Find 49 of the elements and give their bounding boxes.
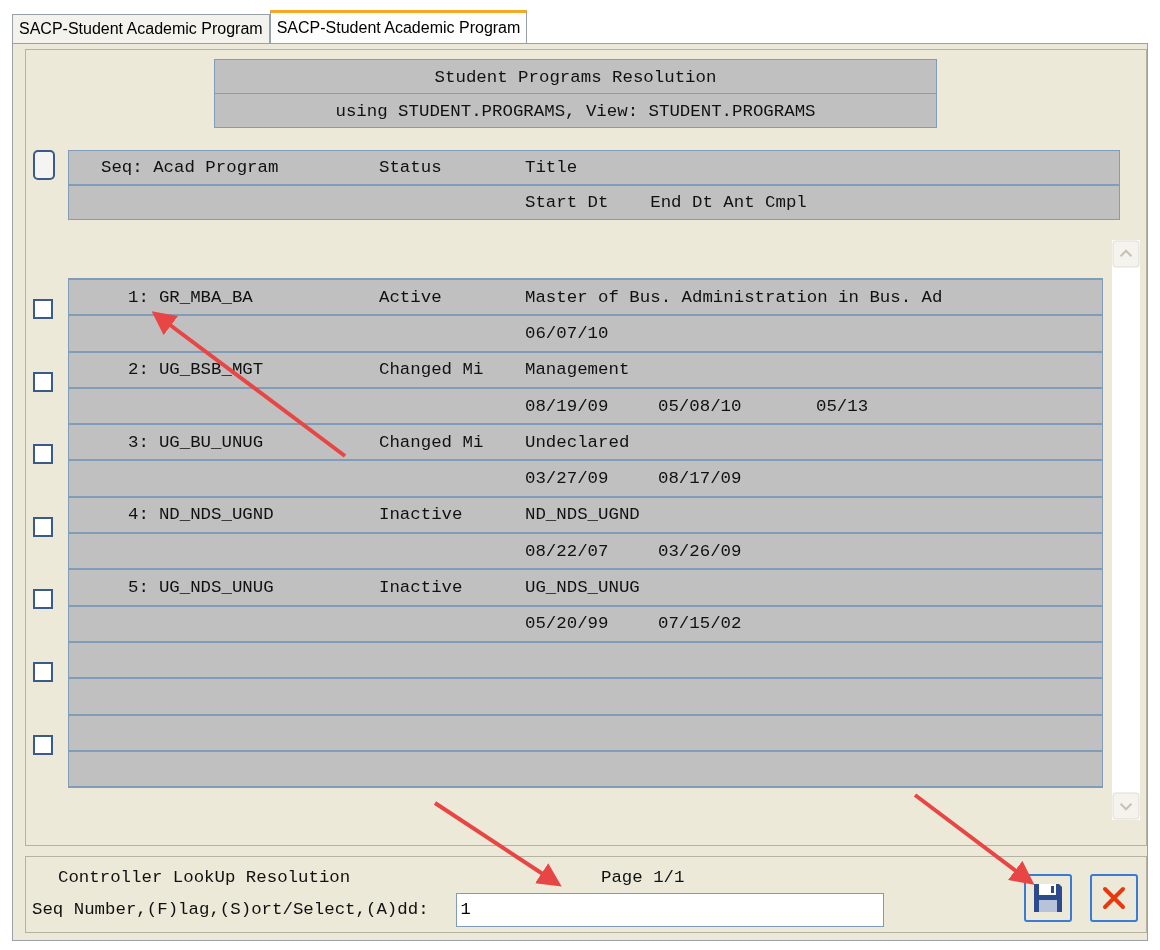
tab[interactable]: SACP-Student Academic Program xyxy=(269,10,528,43)
seq-number: 2: xyxy=(128,360,149,380)
title-cell: Master of Bus. Administration in Bus. Ad xyxy=(525,287,943,307)
status-cell: Inactive xyxy=(379,578,463,597)
row-checkbox[interactable] xyxy=(33,661,53,682)
start-date: 08/19/09 xyxy=(525,396,609,416)
start-date: 08/22/07 xyxy=(525,541,609,561)
end-date: 08/17/09 xyxy=(658,469,742,489)
end-date: 07/15/02 xyxy=(658,614,742,634)
tab[interactable]: SACP-Student Academic Program xyxy=(12,14,270,43)
row-checkbox[interactable] xyxy=(33,371,53,392)
column-label: Status xyxy=(379,158,443,177)
save-button[interactable] xyxy=(1024,873,1072,922)
status-cell: Inactive xyxy=(379,505,463,525)
row-checkbox[interactable] xyxy=(33,734,53,755)
column-label: Start Dt End Dt Ant Cmpl xyxy=(525,193,808,212)
start-date: 03/27/09 xyxy=(525,469,609,489)
row-checkbox[interactable] xyxy=(33,444,53,465)
title-cell: UG_NDS_UNUG xyxy=(525,578,640,597)
select-all-checkbox[interactable] xyxy=(33,150,55,180)
status-cell: Changed Mi xyxy=(379,360,484,380)
close-button[interactable] xyxy=(1090,873,1138,922)
seq-number: 4: xyxy=(128,505,149,525)
seq-number: 1: xyxy=(128,287,149,307)
seq-number: 3: xyxy=(128,432,149,452)
page-indicator: Page 1/1 xyxy=(601,868,685,887)
completion-date: 05/13 xyxy=(816,396,869,416)
prompt-label: Seq Number,(F)lag,(S)ort/Select,(A)dd: xyxy=(32,900,429,919)
program-code: GR_MBA_BA xyxy=(158,287,253,307)
start-date: 05/20/99 xyxy=(525,614,609,634)
row-checkbox[interactable] xyxy=(33,516,53,537)
program-code: ND_NDS_UGND xyxy=(158,505,274,525)
input-field[interactable]: 1 xyxy=(455,892,884,927)
row-checkbox[interactable] xyxy=(33,589,53,610)
end-date: 05/08/10 xyxy=(658,396,742,416)
program-code: UG_NDS_UNUG xyxy=(158,578,274,597)
title-cell: ND_NDS_UGND xyxy=(525,505,640,525)
column-label: Seq: Acad Program xyxy=(100,158,280,177)
title-cell: Management xyxy=(525,360,630,380)
program-code: UG_BU_UNUG xyxy=(158,432,264,452)
start-date: 06/07/10 xyxy=(525,323,609,343)
end-date: 03/26/09 xyxy=(658,541,742,561)
status-cell: Changed Mi xyxy=(379,432,484,452)
status-cell: Active xyxy=(379,287,442,307)
row-checkbox[interactable] xyxy=(33,299,53,319)
caption: Controller LookUp Resolution xyxy=(58,868,352,887)
seq-number: 5: xyxy=(128,578,149,597)
column-label: Title xyxy=(525,158,579,177)
title-cell: Undeclared xyxy=(525,432,630,452)
